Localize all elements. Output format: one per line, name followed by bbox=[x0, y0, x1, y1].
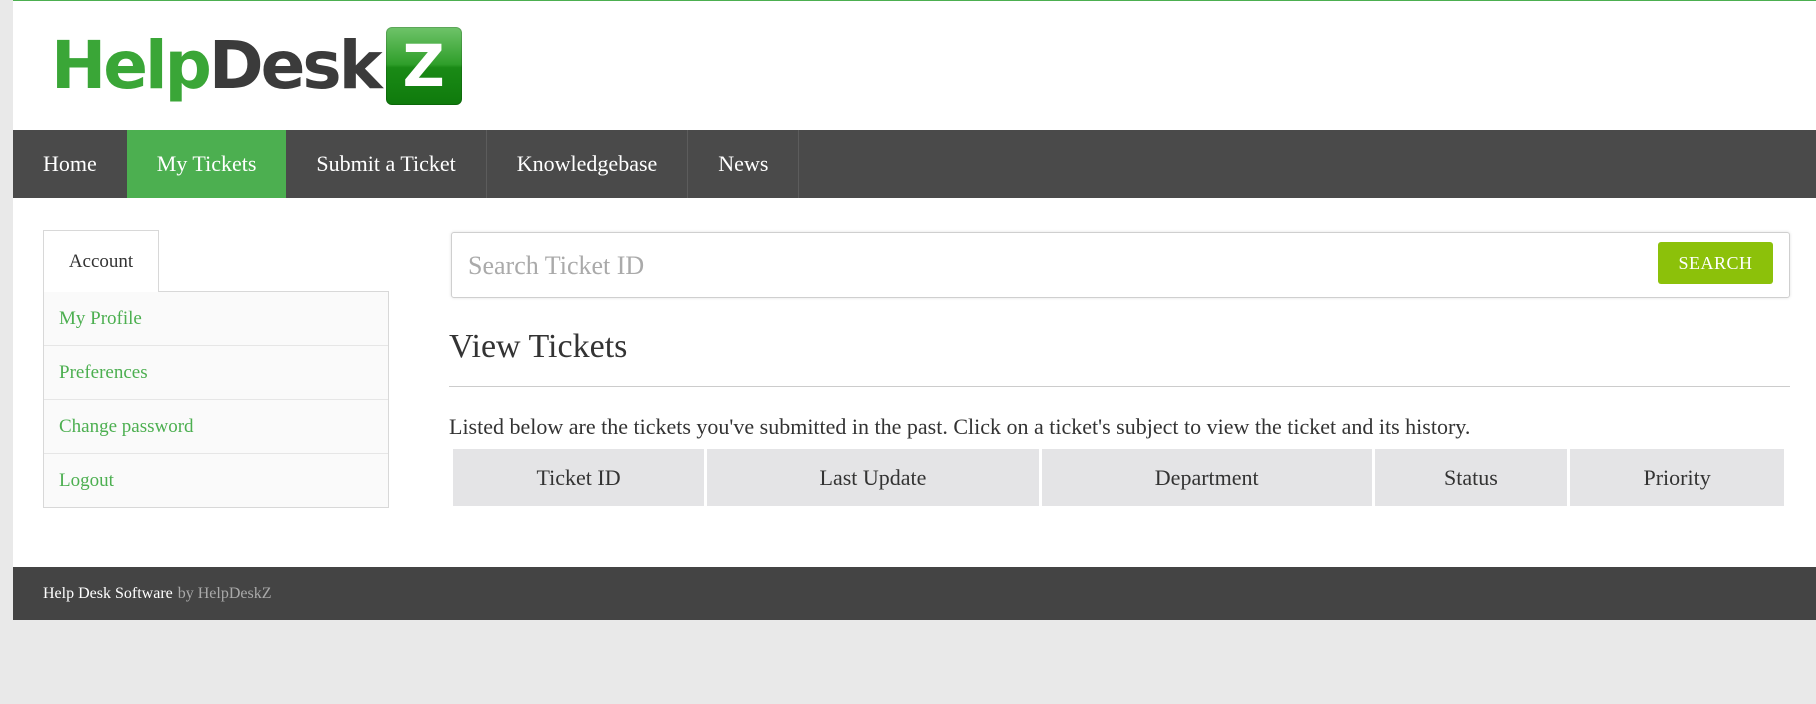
search-button[interactable]: SEARCH bbox=[1658, 242, 1773, 284]
logo-wordmark: Help Desk bbox=[51, 25, 383, 107]
nav-item-submit-ticket[interactable]: Submit a Ticket bbox=[286, 130, 487, 198]
main-nav: Home My Tickets Submit a Ticket Knowledg… bbox=[13, 130, 1816, 198]
logo-help-text: Help bbox=[51, 27, 212, 104]
account-menu: My Profile Preferences Change password L… bbox=[43, 291, 389, 508]
table-header-row: Ticket ID Last Update Department Status … bbox=[453, 449, 1784, 506]
search-input[interactable] bbox=[453, 234, 1670, 298]
intro-text: Listed below are the tickets you've subm… bbox=[449, 414, 1471, 439]
sidebar-item-logout[interactable]: Logout bbox=[44, 454, 388, 507]
nav-item-my-tickets[interactable]: My Tickets bbox=[126, 130, 287, 198]
search-bar: SEARCH bbox=[451, 232, 1790, 298]
column-header-department[interactable]: Department bbox=[1041, 449, 1372, 506]
sidebar-item-preferences[interactable]: Preferences bbox=[44, 346, 388, 400]
footer-by-text: by HelpDeskZ bbox=[177, 584, 272, 602]
footer-software-link[interactable]: Help Desk Software bbox=[43, 585, 173, 603]
nav-item-knowledgebase[interactable]: Knowledgebase bbox=[487, 130, 689, 198]
logo-desk-text: Desk bbox=[208, 27, 383, 104]
helpdeskz-logo[interactable]: Help Desk Z bbox=[51, 25, 462, 107]
nav-item-home[interactable]: Home bbox=[13, 130, 127, 198]
page: Help Desk Z Home My Tickets Submit a Tick… bbox=[13, 0, 1816, 620]
column-header-ticket-id[interactable]: Ticket ID bbox=[453, 449, 705, 506]
title-divider bbox=[449, 386, 1790, 387]
footer: Help Desk Software by HelpDeskZ bbox=[13, 567, 1816, 620]
tickets-table: Ticket ID Last Update Department Status … bbox=[450, 449, 1787, 506]
column-header-priority[interactable]: Priority bbox=[1570, 449, 1784, 506]
sidebar-item-my-profile[interactable]: My Profile bbox=[44, 292, 388, 346]
column-header-last-update[interactable]: Last Update bbox=[707, 449, 1039, 506]
account-sidebar: Account My Profile Preferences Change pa… bbox=[43, 230, 389, 508]
header: Help Desk Z bbox=[13, 1, 1816, 130]
column-header-status[interactable]: Status bbox=[1374, 449, 1568, 506]
nav-item-news[interactable]: News bbox=[688, 130, 800, 198]
tab-account[interactable]: Account bbox=[43, 230, 159, 292]
sidebar-item-change-password[interactable]: Change password bbox=[44, 400, 388, 454]
page-title: View Tickets bbox=[449, 328, 628, 365]
logo-z-badge: Z bbox=[385, 27, 462, 105]
